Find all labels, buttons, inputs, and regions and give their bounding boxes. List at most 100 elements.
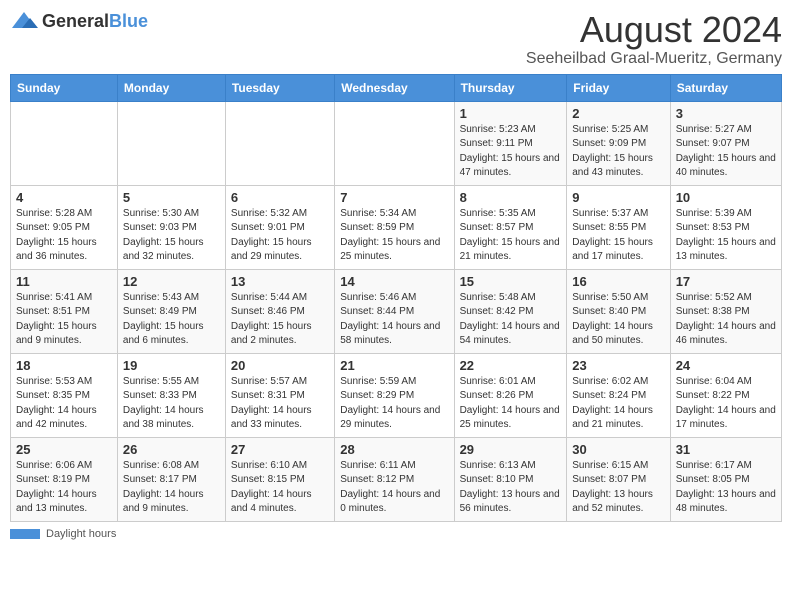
calendar-week-4: 18 Sunrise: 5:53 AMSunset: 8:35 PMDayligh…: [11, 353, 782, 437]
day-info: Sunrise: 5:46 AMSunset: 8:44 PMDaylight:…: [340, 291, 448, 349]
day-info: Sunrise: 5:44 AMSunset: 8:46 PMDaylight:…: [231, 291, 329, 349]
day-info: Sunrise: 5:39 AMSunset: 8:53 PMDaylight:…: [676, 207, 776, 265]
calendar-week-5: 25Sunrise: 6:06 AMSunset: 8:19 PMDayligh…: [11, 437, 782, 521]
calendar-week-1: 1Sunrise: 5:23 AMSunset: 9:11 PMDaylight…: [11, 101, 782, 185]
page-header: GeneralBlue August 2024 Seeheilbad Graal…: [10, 10, 782, 68]
calendar-cell: 16Sunrise: 5:50 AMSunset: 8:40 PMDayligh…: [567, 269, 670, 353]
calendar-cell: 26Sunrise: 6:08 AMSunset: 8:17 PMDayligh…: [117, 437, 225, 521]
day-info: Sunrise: 5:48 AMSunset: 8:42 PMDaylight:…: [460, 291, 562, 349]
calendar-cell: 8Sunrise: 5:35 AMSunset: 8:57 PMDaylight…: [454, 185, 567, 269]
calendar-cell: 24 Sunrise: 6:04 AMSunset: 8:22 PMDayligh…: [670, 353, 781, 437]
day-number: 12: [123, 274, 220, 289]
weekday-header-wednesday: Wednesday: [335, 74, 454, 101]
day-number: 7: [340, 190, 448, 205]
day-info: Sunrise: 6:17 AMSunset: 8:05 PMDaylight:…: [676, 459, 776, 517]
calendar-cell: 30 Sunrise: 6:15 AMSunset: 8:07 PMDayligh…: [567, 437, 670, 521]
day-number: 9: [572, 190, 664, 205]
page-title: August 2024: [526, 10, 782, 50]
day-number: 28: [340, 442, 448, 457]
day-number: 26: [123, 442, 220, 457]
weekday-header-friday: Friday: [567, 74, 670, 101]
day-info: Sunrise: 6:01 AMSunset: 8:26 PMDaylight:…: [460, 375, 562, 433]
calendar-cell: 25Sunrise: 6:06 AMSunset: 8:19 PMDayligh…: [11, 437, 118, 521]
calendar-cell: 4Sunrise: 5:28 AMSunset: 9:05 PMDaylight…: [11, 185, 118, 269]
calendar-table: SundayMondayTuesdayWednesdayThursdayFrid…: [10, 74, 782, 522]
day-number: 5: [123, 190, 220, 205]
calendar-header: SundayMondayTuesdayWednesdayThursdayFrid…: [11, 74, 782, 101]
calendar-cell: 21 Sunrise: 5:59 AMSunset: 8:29 PMDayligh…: [335, 353, 454, 437]
logo-icon: [10, 10, 38, 32]
day-number: 13: [231, 274, 329, 289]
day-number: 22: [460, 358, 562, 373]
day-info: Sunrise: 6:10 AMSunset: 8:15 PMDaylight:…: [231, 459, 329, 517]
logo-general: General: [42, 11, 109, 31]
calendar-cell: 3 Sunrise: 5:27 AMSunset: 9:07 PMDaylight…: [670, 101, 781, 185]
day-number: 24: [676, 358, 776, 373]
day-number: 10: [676, 190, 776, 205]
day-info: Sunrise: 5:59 AMSunset: 8:29 PMDaylight:…: [340, 375, 448, 433]
calendar-cell: 9Sunrise: 5:37 AMSunset: 8:55 PMDaylight…: [567, 185, 670, 269]
calendar-cell: 18 Sunrise: 5:53 AMSunset: 8:35 PMDayligh…: [11, 353, 118, 437]
calendar-cell: 15 Sunrise: 5:48 AMSunset: 8:42 PMDayligh…: [454, 269, 567, 353]
day-number: 31: [676, 442, 776, 457]
day-number: 15: [460, 274, 562, 289]
day-info: Sunrise: 6:15 AMSunset: 8:07 PMDaylight:…: [572, 459, 664, 517]
day-number: 23: [572, 358, 664, 373]
calendar-cell: 2 Sunrise: 5:25 AMSunset: 9:09 PMDaylight…: [567, 101, 670, 185]
calendar-cell: 22 Sunrise: 6:01 AMSunset: 8:26 PMDayligh…: [454, 353, 567, 437]
calendar-cell: 12 Sunrise: 5:43 AMSunset: 8:49 PMDayligh…: [117, 269, 225, 353]
day-number: 17: [676, 274, 776, 289]
day-number: 20: [231, 358, 329, 373]
day-info: Sunrise: 5:35 AMSunset: 8:57 PMDaylight:…: [460, 207, 562, 265]
day-number: 14: [340, 274, 448, 289]
day-info: Sunrise: 5:25 AMSunset: 9:09 PMDaylight:…: [572, 123, 664, 181]
day-number: 19: [123, 358, 220, 373]
page-subtitle: Seeheilbad Graal-Mueritz, Germany: [526, 50, 782, 68]
weekday-header-thursday: Thursday: [454, 74, 567, 101]
day-info: Sunrise: 6:13 AMSunset: 8:10 PMDaylight:…: [460, 459, 562, 517]
calendar-cell: 1Sunrise: 5:23 AMSunset: 9:11 PMDaylight…: [454, 101, 567, 185]
day-info: Sunrise: 6:04 AMSunset: 8:22 PMDaylight:…: [676, 375, 776, 433]
day-number: 11: [16, 274, 112, 289]
day-number: 3: [676, 106, 776, 121]
calendar-cell: 6Sunrise: 5:32 AMSunset: 9:01 PMDaylight…: [225, 185, 334, 269]
day-info: Sunrise: 5:32 AMSunset: 9:01 PMDaylight:…: [231, 207, 329, 265]
day-number: 29: [460, 442, 562, 457]
calendar-cell: [225, 101, 334, 185]
day-info: Sunrise: 5:34 AMSunset: 8:59 PMDaylight:…: [340, 207, 448, 265]
day-number: 2: [572, 106, 664, 121]
logo: GeneralBlue: [10, 10, 148, 32]
calendar-cell: 14 Sunrise: 5:46 AMSunset: 8:44 PMDayligh…: [335, 269, 454, 353]
day-info: Sunrise: 5:41 AMSunset: 8:51 PMDaylight:…: [16, 291, 112, 349]
daylight-bar: [10, 529, 40, 539]
day-info: Sunrise: 5:55 AMSunset: 8:33 PMDaylight:…: [123, 375, 220, 433]
weekday-header-monday: Monday: [117, 74, 225, 101]
weekday-header-sunday: Sunday: [11, 74, 118, 101]
calendar-cell: 23Sunrise: 6:02 AMSunset: 8:24 PMDayligh…: [567, 353, 670, 437]
logo-blue: Blue: [109, 11, 148, 31]
day-info: Sunrise: 5:50 AMSunset: 8:40 PMDaylight:…: [572, 291, 664, 349]
calendar-cell: 7 Sunrise: 5:34 AMSunset: 8:59 PMDaylight…: [335, 185, 454, 269]
calendar-cell: 13 Sunrise: 5:44 AMSunset: 8:46 PMDayligh…: [225, 269, 334, 353]
day-number: 4: [16, 190, 112, 205]
day-info: Sunrise: 6:06 AMSunset: 8:19 PMDaylight:…: [16, 459, 112, 517]
calendar-cell: [117, 101, 225, 185]
calendar-cell: 17 Sunrise: 5:52 AMSunset: 8:38 PMDayligh…: [670, 269, 781, 353]
day-number: 30: [572, 442, 664, 457]
day-number: 1: [460, 106, 562, 121]
calendar-cell: 11 Sunrise: 5:41 AMSunset: 8:51 PMDayligh…: [11, 269, 118, 353]
day-number: 27: [231, 442, 329, 457]
calendar-cell: 10 Sunrise: 5:39 AMSunset: 8:53 PMDayligh…: [670, 185, 781, 269]
day-info: Sunrise: 5:53 AMSunset: 8:35 PMDaylight:…: [16, 375, 112, 433]
calendar-cell: 31 Sunrise: 6:17 AMSunset: 8:05 PMDayligh…: [670, 437, 781, 521]
day-number: 21: [340, 358, 448, 373]
calendar-cell: 19 Sunrise: 5:55 AMSunset: 8:33 PMDayligh…: [117, 353, 225, 437]
day-info: Sunrise: 5:27 AMSunset: 9:07 PMDaylight:…: [676, 123, 776, 181]
title-block: August 2024 Seeheilbad Graal-Mueritz, Ge…: [526, 10, 782, 68]
calendar-week-3: 11 Sunrise: 5:41 AMSunset: 8:51 PMDayligh…: [11, 269, 782, 353]
calendar-cell: 28Sunrise: 6:11 AMSunset: 8:12 PMDayligh…: [335, 437, 454, 521]
day-number: 18: [16, 358, 112, 373]
day-info: Sunrise: 5:43 AMSunset: 8:49 PMDaylight:…: [123, 291, 220, 349]
day-info: Sunrise: 5:52 AMSunset: 8:38 PMDaylight:…: [676, 291, 776, 349]
calendar-footer: Daylight hours: [10, 528, 782, 540]
